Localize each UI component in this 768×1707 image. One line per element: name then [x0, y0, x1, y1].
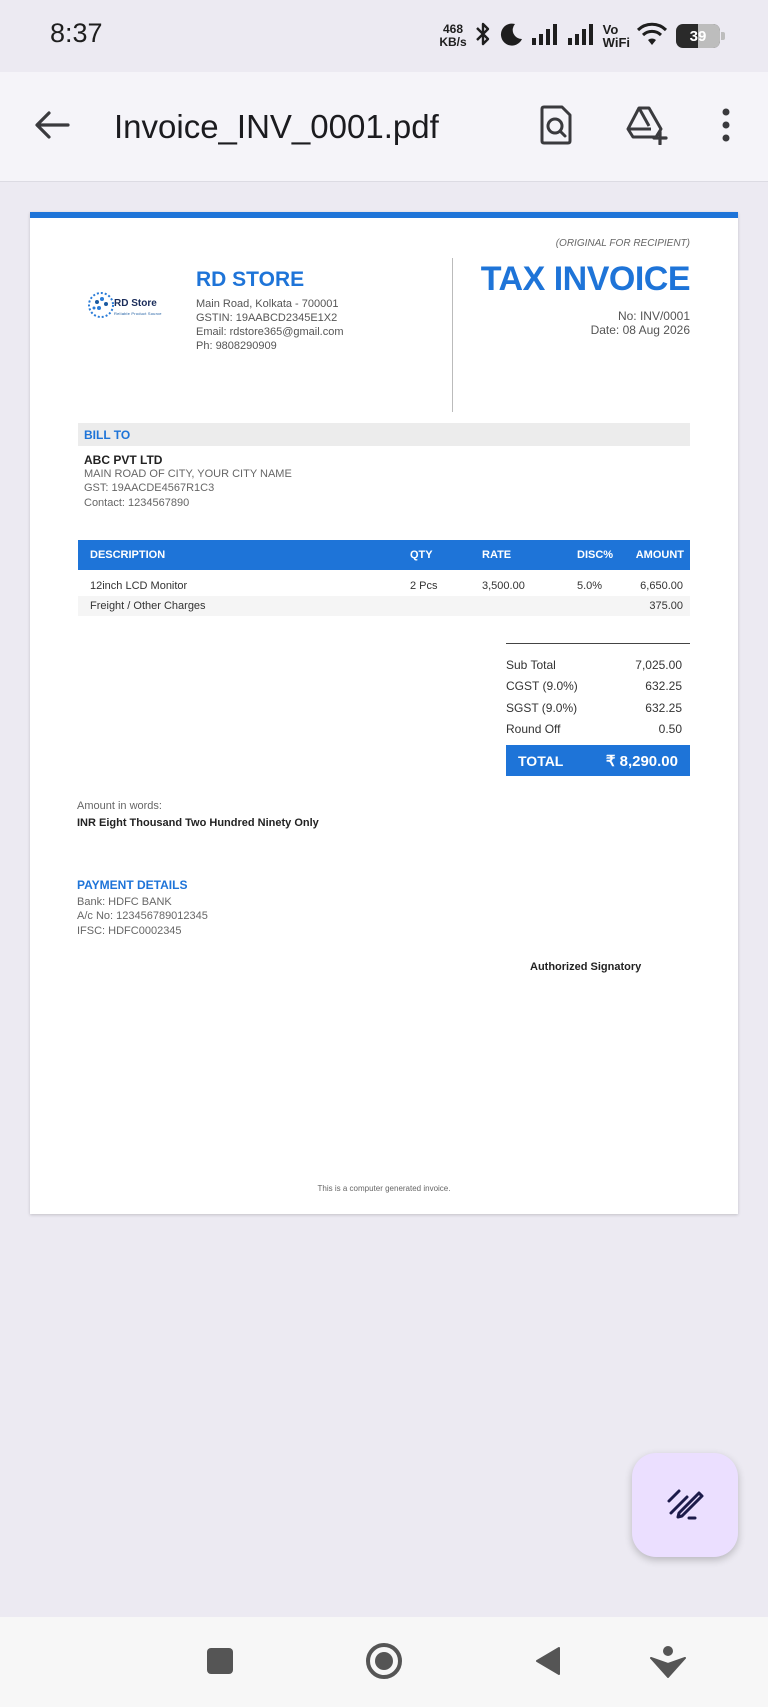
- customer-name: ABC PVT LTD: [84, 453, 163, 467]
- table-row: Freight / Other Charges 375.00: [78, 596, 690, 616]
- nav-back-button[interactable]: [526, 1641, 570, 1685]
- amount-in-words: INR Eight Thousand Two Hundred Ninety On…: [77, 817, 319, 829]
- column-header: RATE: [482, 549, 512, 561]
- battery-level: 39: [689, 27, 707, 45]
- summary-label: SGST (9.0%): [506, 701, 578, 715]
- store-email: Email: rdstore365@gmail.com: [196, 326, 344, 338]
- document-title: Invoice_INV_0001.pdf: [114, 108, 439, 145]
- more-vert-icon: [721, 108, 731, 147]
- item-amount: 6,650.00: [640, 580, 683, 592]
- status-time: 8:37: [50, 18, 103, 48]
- summary-label: CGST (9.0%): [506, 679, 578, 693]
- summary-value: 0.50: [658, 722, 682, 736]
- invoice-date: Date: 08 Aug 2026: [590, 323, 690, 337]
- item-qty: 2 Pcs: [410, 580, 438, 592]
- bluetooth-icon: [473, 20, 493, 53]
- summary-row: Sub Total 7,025.00: [506, 658, 682, 676]
- system-nav-bar: [0, 1617, 768, 1707]
- table-row: 12inch LCD Monitor 2 Pcs 3,500.00 5.0% 6…: [78, 576, 690, 596]
- add-to-drive-button[interactable]: [622, 102, 672, 152]
- summary-label: Sub Total: [506, 658, 556, 672]
- item-amount: 375.00: [649, 600, 683, 612]
- footer-note: This is a computer generated invoice.: [317, 1184, 451, 1193]
- column-header: DISC%: [577, 549, 614, 561]
- payment-ifsc: IFSC: HDFC0002345: [77, 925, 182, 937]
- battery-icon: 39: [676, 24, 725, 48]
- item-rate: 3,500.00: [482, 580, 525, 592]
- find-in-document-button[interactable]: [531, 102, 581, 152]
- assistant-button[interactable]: [646, 1641, 690, 1685]
- signature-pen-icon: [665, 1483, 705, 1528]
- pdf-page[interactable]: (ORIGINAL FOR RECIPIENT) RD Store Reliab…: [30, 212, 738, 1214]
- column-header: QTY: [410, 549, 433, 561]
- amount-in-words-label: Amount in words:: [77, 800, 162, 812]
- store-name: RD STORE: [196, 268, 305, 291]
- original-note: (ORIGINAL FOR RECIPIENT): [555, 238, 690, 249]
- item-description: Freight / Other Charges: [90, 600, 206, 612]
- payment-details-title: PAYMENT DETAILS: [77, 878, 188, 892]
- vowifi-bottom: WiFi: [602, 35, 630, 50]
- item-disc: 5.0%: [577, 580, 603, 592]
- vowifi-indicator: Vo WiFi: [603, 23, 630, 49]
- summary-row: SGST (9.0%) 632.25: [506, 701, 682, 719]
- net-speed: 468 KB/s: [439, 23, 466, 49]
- total-value: ₹ 8,290.00: [605, 753, 678, 770]
- invoice-number: No: INV/0001: [617, 309, 690, 323]
- authorized-signatory: Authorized Signatory: [530, 961, 642, 973]
- back-triangle-icon: [533, 1645, 563, 1682]
- home-circle-icon: [364, 1641, 404, 1686]
- header-divider: [452, 258, 453, 412]
- bill-to-label: BILL TO: [84, 428, 131, 442]
- find-in-document-icon: [539, 105, 573, 150]
- summary-divider: [506, 643, 690, 644]
- recents-square-icon: [205, 1646, 235, 1681]
- customer-address: MAIN ROAD OF CITY, YOUR CITY NAME: [84, 468, 292, 480]
- logo-text: RD Store: [114, 298, 157, 309]
- summary-value: 7,025.00: [635, 658, 682, 672]
- store-phone: Ph: 9808290909: [196, 340, 277, 352]
- back-button[interactable]: [30, 107, 74, 147]
- app-bar: Invoice_INV_0001.pdf: [0, 72, 768, 182]
- status-bar: 8:37 468 KB/s Vo WiFi 39: [0, 0, 768, 72]
- total-label: TOTAL: [518, 753, 564, 769]
- payment-account: A/c No: 123456789012345: [77, 910, 208, 922]
- recents-button[interactable]: [198, 1641, 242, 1685]
- home-button[interactable]: [362, 1641, 406, 1685]
- customer-contact: Contact: 1234567890: [84, 497, 190, 509]
- net-speed-unit: KB/s: [439, 35, 467, 49]
- total-box: TOTAL ₹ 8,290.00: [506, 745, 690, 776]
- dnd-moon-icon: [499, 21, 525, 52]
- item-description: 12inch LCD Monitor: [90, 580, 188, 592]
- column-header: AMOUNT: [635, 549, 684, 561]
- wifi-icon: [636, 22, 668, 51]
- items-table-header: DESCRIPTION QTY RATE DISC% AMOUNT: [78, 540, 690, 570]
- signal-icon: [567, 22, 597, 51]
- summary-row: Round Off 0.50: [506, 722, 682, 740]
- annotate-fab-button[interactable]: [632, 1453, 738, 1557]
- bill-to-bar: BILL TO: [78, 423, 690, 446]
- logo-tagline: Reliable Product Source: [114, 311, 162, 316]
- back-arrow-icon: [34, 110, 70, 145]
- store-gstin: GSTIN: 19AABCD2345E1X2: [196, 312, 338, 324]
- summary-value: 632.25: [645, 701, 682, 715]
- summary-row: CGST (9.0%) 632.25: [506, 679, 682, 697]
- invoice-title: TAX INVOICE: [480, 260, 691, 298]
- status-icons: 468 KB/s Vo WiFi 39: [439, 18, 725, 54]
- column-header: DESCRIPTION: [90, 549, 166, 561]
- store-address: Main Road, Kolkata - 700001: [196, 298, 339, 310]
- summary-value: 632.25: [645, 679, 682, 693]
- assistant-icon: [649, 1644, 687, 1683]
- signal-icon: [531, 22, 561, 51]
- summary-label: Round Off: [506, 722, 561, 736]
- payment-bank: Bank: HDFC BANK: [77, 896, 172, 908]
- more-options-button[interactable]: [701, 102, 751, 152]
- customer-gst: GST: 19AACDE4567R1C3: [84, 482, 215, 494]
- add-to-drive-icon: [625, 105, 669, 150]
